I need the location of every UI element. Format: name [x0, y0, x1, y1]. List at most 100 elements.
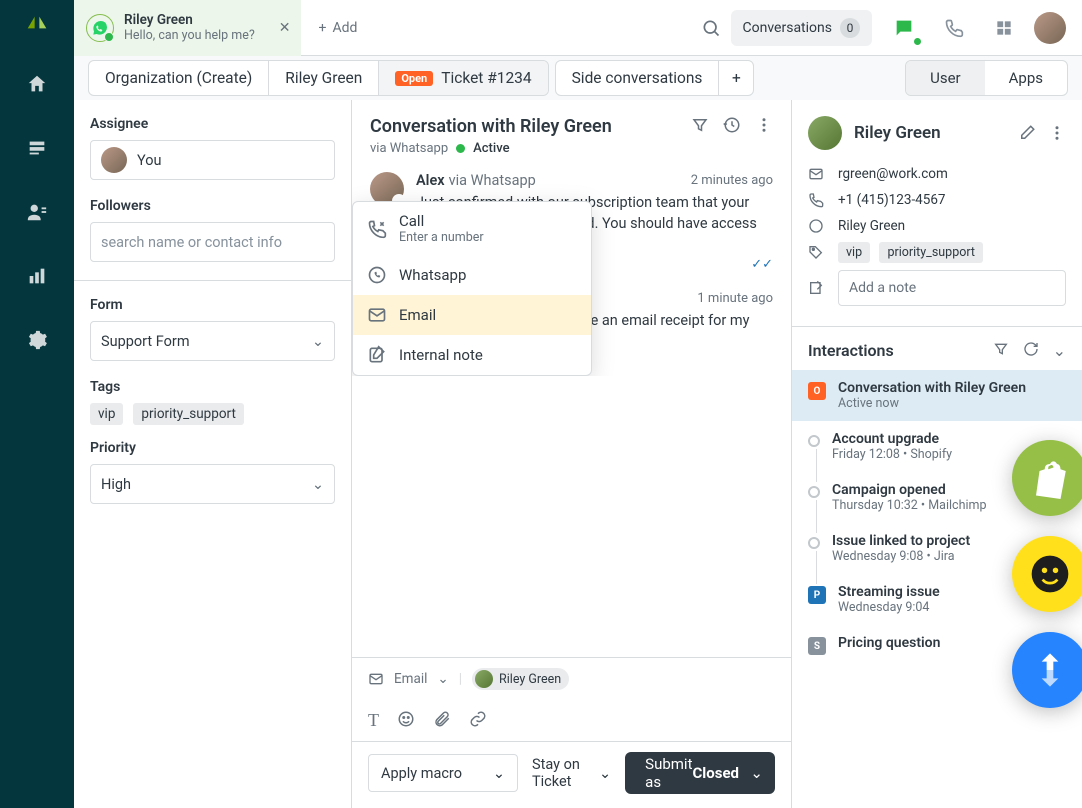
link-icon[interactable] — [469, 710, 487, 731]
tab-user[interactable]: User — [906, 61, 985, 95]
nav-views[interactable] — [17, 128, 57, 168]
customer-whatsapp[interactable]: Riley Green — [838, 218, 905, 234]
attachment-icon[interactable] — [433, 710, 451, 731]
call-status-icon[interactable] — [934, 8, 974, 48]
channel-option-email[interactable]: Email — [353, 295, 591, 335]
chevron-down-icon[interactable]: ⌄ — [750, 764, 763, 782]
nav-home[interactable] — [17, 64, 57, 104]
filter-icon[interactable] — [993, 341, 1009, 360]
chat-status-icon[interactable] — [884, 8, 924, 48]
tab-contact-name: Riley Green — [124, 12, 255, 28]
integration-bubbles — [1012, 440, 1082, 708]
stay-on-ticket-select[interactable]: Stay on Ticket ⌄ — [532, 756, 611, 790]
followers-input[interactable]: search name or contact info — [90, 222, 335, 262]
chevron-down-icon[interactable]: ⌄ — [437, 671, 448, 687]
priority-label: Priority — [90, 440, 335, 456]
apps-grid-icon[interactable] — [984, 8, 1024, 48]
tab-side-conversations[interactable]: Side conversations — [556, 61, 720, 95]
open-status-icon: O — [808, 382, 826, 400]
history-icon[interactable] — [723, 116, 741, 134]
divider — [74, 280, 351, 281]
conversation-via: via Whatsapp — [370, 141, 448, 156]
solved-status-icon: S — [808, 637, 826, 655]
tag-item[interactable]: vip — [838, 242, 870, 263]
whatsapp-icon — [808, 218, 826, 234]
timeline-dot-icon — [808, 537, 820, 549]
tags-label: Tags — [90, 379, 335, 395]
form-label: Form — [90, 297, 335, 313]
tab-ticket[interactable]: Open Ticket #1234 — [379, 61, 547, 95]
pending-status-icon: P — [808, 586, 826, 604]
timeline-dot-icon — [808, 486, 820, 498]
conversations-dropdown[interactable]: Conversations 0 — [731, 10, 872, 46]
assignee-label: Assignee — [90, 116, 335, 132]
chevron-down-icon[interactable]: ⌄ — [1053, 341, 1066, 360]
tab-requester[interactable]: Riley Green — [269, 61, 379, 95]
channel-option-whatsapp[interactable]: Whatsapp — [353, 255, 591, 295]
text-format-icon[interactable]: T — [368, 710, 379, 731]
channel-option-call[interactable]: CallEnter a number — [353, 202, 591, 255]
reply-channel[interactable]: Email — [394, 671, 427, 687]
customer-name: Riley Green — [854, 123, 941, 143]
tag-item[interactable]: priority_support — [133, 403, 243, 425]
side-nav — [0, 0, 74, 808]
tag-item[interactable]: priority_support — [879, 242, 982, 263]
phone-icon — [367, 219, 387, 239]
conversations-count: 0 — [840, 18, 860, 38]
more-icon[interactable] — [1048, 124, 1066, 142]
conversation-status: Active — [473, 141, 509, 156]
emoji-icon[interactable] — [397, 710, 415, 731]
ticket-properties-panel: Assignee You Followers search name or co… — [74, 100, 352, 808]
chevron-down-icon: ⌄ — [312, 476, 324, 493]
context-tabs-row: Organization (Create) Riley Green Open T… — [74, 56, 1082, 100]
add-side-conversation[interactable]: + — [719, 61, 753, 95]
edit-icon[interactable] — [1018, 124, 1036, 142]
assignee-select[interactable]: You — [90, 140, 335, 180]
composer: Email ⌄ | Riley Green T — [352, 657, 791, 808]
brand-logo — [23, 12, 51, 40]
ticket-status-badge: Open — [395, 71, 433, 86]
conversation-title: Conversation with Riley Green — [370, 116, 612, 137]
user-avatar[interactable] — [1034, 12, 1066, 44]
reply-recipient-chip[interactable]: Riley Green — [472, 668, 569, 690]
channel-option-internal-note[interactable]: Internal note — [353, 335, 591, 375]
close-tab-icon[interactable]: ✕ — [279, 20, 291, 36]
add-note-input[interactable]: Add a note — [838, 270, 1066, 306]
whatsapp-icon — [86, 14, 114, 42]
timeline-dot-icon — [808, 435, 820, 447]
status-dot-icon — [456, 144, 465, 153]
nav-reports[interactable] — [17, 256, 57, 296]
tags-container[interactable]: vip priority_support — [90, 403, 335, 422]
add-tab-button[interactable]: + Add — [301, 20, 376, 36]
topbar: Riley Green Hello, can you help me? ✕ + … — [74, 0, 1082, 56]
interaction-item[interactable]: O Conversation with Riley GreenActive no… — [792, 370, 1082, 421]
plus-icon: + — [319, 20, 327, 36]
chevron-down-icon: ⌄ — [493, 765, 505, 782]
customer-phone[interactable]: +1 (415)123-4567 — [838, 192, 946, 208]
jira-bubble[interactable] — [1012, 632, 1082, 708]
tag-item[interactable]: vip — [90, 403, 123, 425]
interactions-heading: Interactions — [808, 341, 894, 360]
note-icon — [808, 280, 826, 296]
shopify-bubble[interactable] — [1012, 440, 1082, 516]
priority-select[interactable]: High ⌄ — [90, 464, 335, 504]
open-ticket-tab[interactable]: Riley Green Hello, can you help me? ✕ — [74, 0, 301, 56]
mailchimp-bubble[interactable] — [1012, 536, 1082, 612]
email-icon — [808, 166, 826, 182]
tab-preview-text: Hello, can you help me? — [124, 28, 255, 43]
nav-admin[interactable] — [17, 320, 57, 360]
phone-icon — [808, 192, 826, 208]
tab-apps[interactable]: Apps — [985, 61, 1067, 95]
form-select[interactable]: Support Form ⌄ — [90, 321, 335, 361]
submit-button[interactable]: Submit as Closed ⌄ — [625, 752, 775, 794]
apply-macro-select[interactable]: Apply macro ⌄ — [368, 754, 518, 792]
search-button[interactable] — [691, 8, 731, 48]
more-icon[interactable] — [755, 116, 773, 134]
nav-customers[interactable] — [17, 192, 57, 232]
note-icon — [367, 345, 387, 365]
filter-icon[interactable] — [691, 116, 709, 134]
refresh-icon[interactable] — [1023, 341, 1039, 360]
chevron-down-icon: ⌄ — [599, 765, 611, 782]
customer-email[interactable]: rgreen@work.com — [838, 166, 948, 182]
tab-organization[interactable]: Organization (Create) — [89, 61, 269, 95]
